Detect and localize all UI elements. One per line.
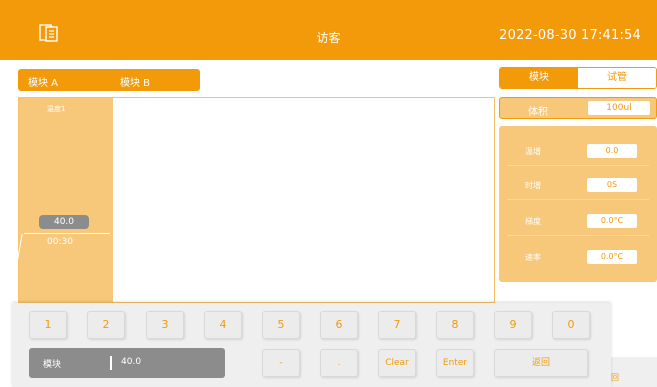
key-9[interactable]: 9 [494, 311, 532, 339]
tab-tube[interactable]: 试管 [578, 68, 656, 88]
temp-increment-field[interactable]: 0.0 [587, 144, 637, 158]
display-value: 40.0 [121, 357, 142, 367]
param-label: 梯度 [525, 217, 541, 226]
cursor-icon [110, 356, 112, 370]
program-graph: 温度1 40.0 00:30 [16, 97, 495, 303]
param-row: 时增 0S [507, 170, 649, 200]
numeric-keypad: 1 2 3 4 5 6 7 8 9 0 模块 40.0 - . Clear En… [12, 303, 611, 387]
param-row: 速率 0.0°C [507, 242, 649, 272]
key-1[interactable]: 1 [29, 311, 67, 339]
display-label: 模块 [43, 360, 62, 370]
key-3[interactable]: 3 [146, 311, 184, 339]
tab-module[interactable]: 模块 [500, 68, 578, 88]
header-bar: 访客 2022-08-30 17:41:54 [0, 0, 657, 60]
back-button[interactable]: 返回 [494, 349, 588, 377]
tab-module-a[interactable]: 模块 A [28, 74, 58, 89]
time-label[interactable]: 00:30 [47, 237, 73, 247]
right-tabs: 模块 试管 [499, 67, 657, 89]
param-label: 时增 [525, 181, 541, 190]
key-6[interactable]: 6 [320, 311, 358, 339]
volume-field[interactable]: 100ul [588, 101, 650, 115]
param-label: 速率 [525, 253, 541, 262]
key-8[interactable]: 8 [436, 311, 474, 339]
params-panel: 温增 0.0 时增 0S 梯度 0.0°C 速率 0.0°C [499, 126, 657, 282]
temperature-line [24, 233, 110, 234]
ramp-line [16, 234, 28, 264]
screen: 访客 2022-08-30 17:41:54 模块 A 模块 B 模块 试管 温… [0, 0, 657, 387]
key-0[interactable]: 0 [552, 311, 590, 339]
key-2[interactable]: 2 [87, 311, 125, 339]
input-display: 模块 40.0 [29, 348, 225, 378]
step-label: 温度1 [47, 105, 66, 113]
enter-button[interactable]: Enter [436, 349, 474, 377]
step-column[interactable]: 温度1 40.0 00:30 [16, 98, 113, 302]
peek-text: 回 [611, 373, 619, 382]
param-row: 温增 0.0 [507, 136, 649, 166]
rate-field[interactable]: 0.0°C [587, 250, 637, 264]
tab-module-b[interactable]: 模块 B [120, 74, 150, 89]
key-7[interactable]: 7 [378, 311, 416, 339]
volume-row: 体积 100ul [499, 97, 657, 119]
gradient-field[interactable]: 0.0°C [587, 214, 637, 228]
datetime: 2022-08-30 17:41:54 [499, 28, 641, 43]
key-dot[interactable]: . [320, 349, 358, 377]
temperature-badge[interactable]: 40.0 [39, 215, 89, 229]
clear-button[interactable]: Clear [378, 349, 416, 377]
param-label: 温增 [525, 147, 541, 156]
key-5[interactable]: 5 [262, 311, 300, 339]
key-4[interactable]: 4 [204, 311, 242, 339]
param-row: 梯度 0.0°C [507, 206, 649, 236]
key-minus[interactable]: - [262, 349, 300, 377]
time-increment-field[interactable]: 0S [587, 178, 637, 192]
volume-label: 体积 [528, 107, 548, 118]
module-tabs: 模块 A 模块 B [18, 69, 200, 91]
